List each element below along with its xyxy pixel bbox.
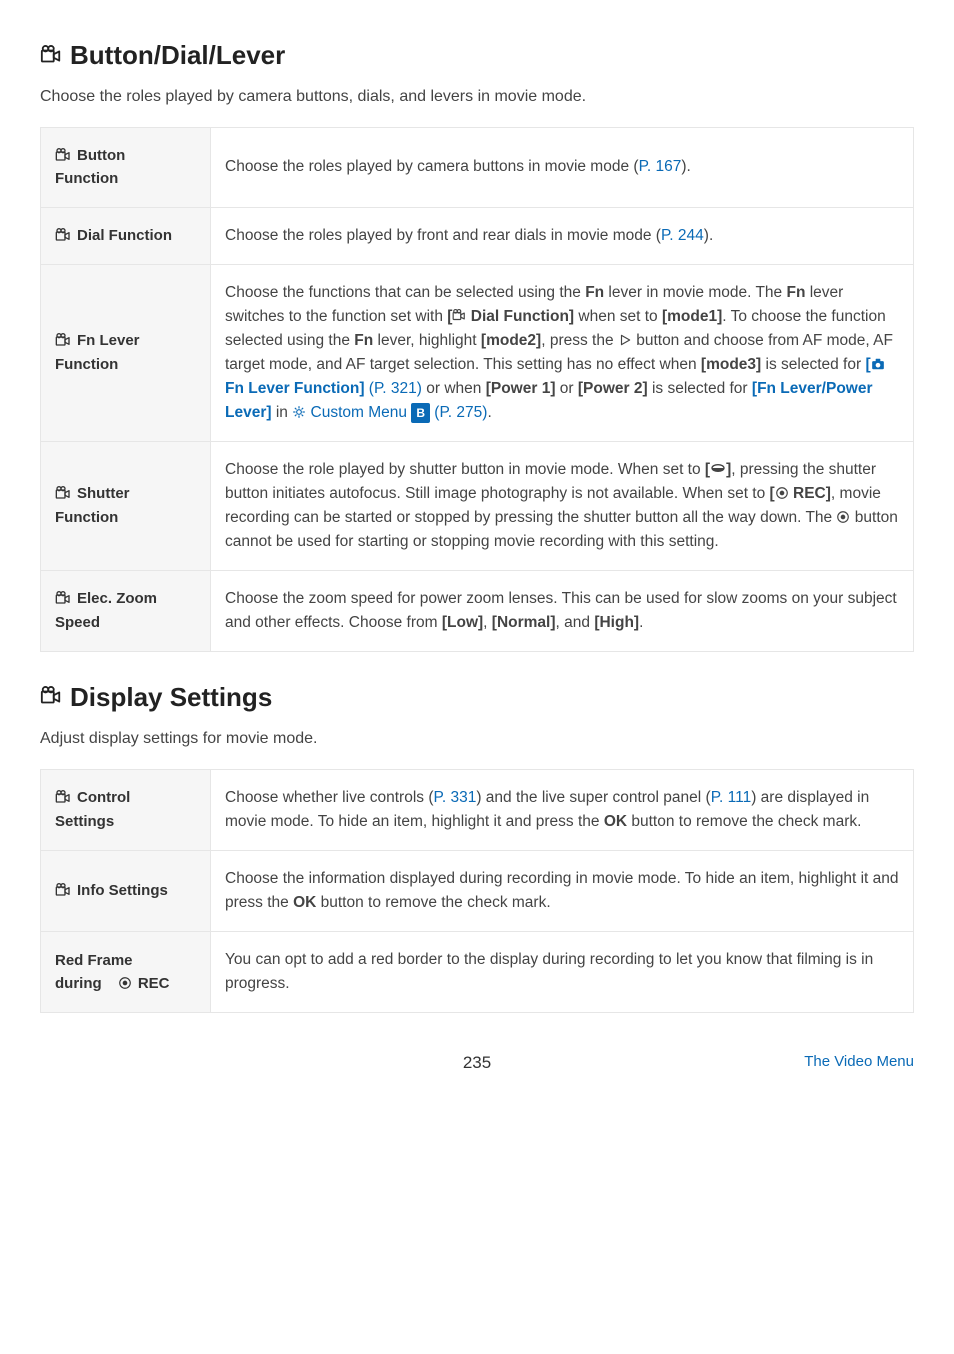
table-row: Elec. Zoom Speed Choose the zoom speed f…: [41, 570, 914, 651]
section-title-display-settings: Display Settings: [40, 682, 914, 713]
table-row: Dial Function Choose the roles played by…: [41, 207, 914, 264]
row-desc-fn-lever: Choose the functions that can be selecte…: [211, 264, 914, 441]
movie-icon: [55, 148, 71, 164]
page-ref-link[interactable]: P. 167: [639, 158, 682, 175]
section-intro: Adjust display settings for movie mode.: [40, 727, 914, 751]
movie-icon: [55, 883, 71, 899]
row-desc-dial-function: Choose the roles played by front and rea…: [211, 207, 914, 264]
label-text: REC: [138, 972, 170, 995]
section-title-button-dial-lever: Button/Dial/Lever: [40, 40, 914, 71]
row-desc-button-function: Choose the roles played by camera button…: [211, 128, 914, 208]
movie-icon: [452, 309, 466, 323]
record-dot-icon: [118, 976, 132, 990]
half-press-icon: [710, 460, 726, 476]
label-text: Button: [77, 144, 125, 167]
movie-icon: [55, 333, 71, 349]
table-row: Fn Lever Function Choose the functions t…: [41, 264, 914, 441]
row-label-control-settings: Control Settings: [41, 769, 211, 850]
label-text: Control: [77, 786, 130, 809]
label-text: Function: [55, 167, 118, 190]
table-row: Control Settings Choose whether live con…: [41, 769, 914, 850]
section-title-text: Button/Dial/Lever: [70, 40, 285, 71]
row-desc-control-settings: Choose whether live controls (P. 331) an…: [211, 769, 914, 850]
row-label-dial-function: Dial Function: [41, 207, 211, 264]
table-row: Button Function Choose the roles played …: [41, 128, 914, 208]
label-text: Fn Lever: [77, 329, 140, 352]
movie-icon: [40, 686, 62, 708]
row-desc-elec-zoom: Choose the zoom speed for power zoom len…: [211, 570, 914, 651]
movie-icon: [55, 228, 71, 244]
label-text: Function: [55, 506, 118, 529]
label-text: Info Settings: [77, 879, 168, 902]
label-text: Settings: [55, 810, 114, 833]
label-text: Speed: [55, 611, 100, 634]
menu-b-badge: B: [411, 403, 430, 424]
gear-icon: [292, 405, 306, 419]
row-desc-red-frame: You can opt to add a red border to the d…: [211, 931, 914, 1012]
record-dot-icon: [775, 486, 789, 500]
movie-icon: [55, 486, 71, 502]
breadcrumb-link[interactable]: The Video Menu: [804, 1053, 914, 1070]
row-desc-shutter: Choose the role played by shutter button…: [211, 441, 914, 570]
movie-icon: [40, 45, 62, 67]
row-label-fn-lever: Fn Lever Function: [41, 264, 211, 441]
label-text: Function: [55, 353, 118, 376]
row-desc-info-settings: Choose the information displayed during …: [211, 850, 914, 931]
row-label-shutter: Shutter Function: [41, 441, 211, 570]
row-label-elec-zoom: Elec. Zoom Speed: [41, 570, 211, 651]
label-text: during: [55, 972, 102, 995]
section-title-text: Display Settings: [70, 682, 272, 713]
page-ref-link[interactable]: P. 111: [711, 789, 752, 806]
row-label-button-function: Button Function: [41, 128, 211, 208]
movie-icon: [55, 591, 71, 607]
label-text: Elec. Zoom: [77, 587, 157, 610]
page-footer: 235 The Video Menu: [40, 1053, 914, 1077]
camera-icon: [871, 357, 885, 371]
table-row: Red Frame during REC You can opt to add …: [41, 931, 914, 1012]
table-row: Info Settings Choose the information dis…: [41, 850, 914, 931]
record-dot-icon: [836, 510, 850, 524]
label-text: Dial Function: [77, 224, 172, 247]
options-table-1: Button Function Choose the roles played …: [40, 127, 914, 652]
label-text: Shutter: [77, 482, 130, 505]
options-table-2: Control Settings Choose whether live con…: [40, 769, 914, 1013]
row-label-info-settings: Info Settings: [41, 850, 211, 931]
custom-menu-link[interactable]: Custom Menu B (P. 275): [292, 404, 487, 421]
movie-icon: [55, 790, 71, 806]
right-triangle-icon: [618, 333, 632, 347]
page-ref-link[interactable]: P. 331: [434, 789, 477, 806]
section-intro: Choose the roles played by camera button…: [40, 85, 914, 109]
label-text: Red Frame: [55, 949, 133, 972]
row-label-red-frame: Red Frame during REC: [41, 931, 211, 1012]
page-ref-link[interactable]: P. 244: [661, 227, 704, 244]
table-row: Shutter Function Choose the role played …: [41, 441, 914, 570]
page-number: 235: [463, 1053, 491, 1073]
